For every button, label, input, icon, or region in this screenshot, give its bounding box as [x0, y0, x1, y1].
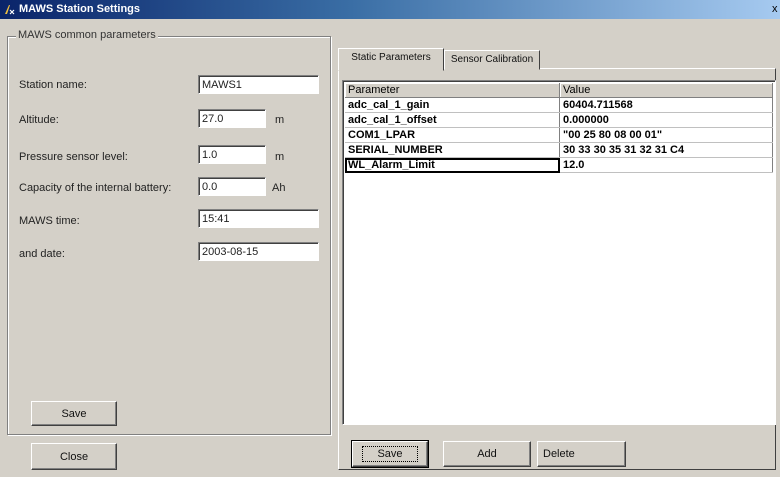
parameter-cell[interactable]: adc_cal_1_gain	[345, 97, 560, 113]
close-button[interactable]: Close	[31, 443, 117, 470]
battery-label: Capacity of the internal battery:	[19, 182, 172, 194]
parameters-table: Parameter Value adc_cal_1_gain 60404.711…	[345, 83, 773, 173]
table-row[interactable]: adc_cal_1_gain 60404.711568	[345, 97, 773, 113]
value-cell[interactable]: 0.000000	[559, 112, 773, 128]
parameter-cell[interactable]: SERIAL_NUMBER	[345, 142, 560, 158]
window-title: MAWS Station Settings	[19, 3, 140, 15]
maws-time-input[interactable]	[198, 209, 319, 228]
value-cell[interactable]: 30 33 30 35 31 32 31 C4	[559, 142, 773, 158]
title-bar: MAWS Station Settings x	[0, 0, 780, 19]
pressure-level-input[interactable]	[198, 145, 266, 164]
date-input[interactable]	[198, 242, 319, 261]
station-name-input[interactable]	[198, 75, 319, 94]
parameter-cell-selected[interactable]: WL_Alarm_Limit	[345, 157, 560, 173]
delete-button[interactable]: Delete	[537, 441, 626, 467]
close-window-button[interactable]: x	[772, 1, 780, 17]
app-icon	[5, 5, 15, 15]
value-cell[interactable]: "00 25 80 08 00 01"	[559, 127, 773, 143]
column-header-value[interactable]: Value	[559, 83, 773, 98]
altitude-label: Altitude:	[19, 114, 59, 126]
pressure-level-unit: m	[275, 151, 285, 163]
pressure-level-label: Pressure sensor level:	[19, 151, 128, 163]
table-row[interactable]: adc_cal_1_offset 0.000000	[345, 112, 773, 128]
table-row-selected[interactable]: WL_Alarm_Limit 12.0	[345, 157, 773, 173]
table-row[interactable]: SERIAL_NUMBER 30 33 30 35 31 32 31 C4	[345, 142, 773, 158]
altitude-unit: m	[275, 114, 285, 126]
parameters-grid[interactable]: Parameter Value adc_cal_1_gain 60404.711…	[342, 80, 776, 425]
add-button[interactable]: Add	[443, 441, 531, 467]
value-cell[interactable]: 12.0	[559, 157, 773, 173]
column-header-parameter[interactable]: Parameter	[345, 83, 560, 98]
group-legend: MAWS common parameters	[16, 29, 158, 41]
table-row[interactable]: COM1_LPAR "00 25 80 08 00 01"	[345, 127, 773, 143]
battery-unit: Ah	[272, 182, 286, 194]
grid-header-row: Parameter Value	[345, 83, 773, 98]
station-name-label: Station name:	[19, 79, 87, 91]
battery-input[interactable]	[198, 177, 266, 196]
common-parameters-group: MAWS common parameters	[7, 29, 331, 435]
value-cell[interactable]: 60404.711568	[559, 97, 773, 113]
tab-static-parameters[interactable]: Static Parameters	[338, 48, 444, 71]
maws-time-label: MAWS time:	[19, 215, 80, 227]
parameter-cell[interactable]: COM1_LPAR	[345, 127, 560, 143]
save-button-label: Save	[362, 446, 418, 462]
common-save-button[interactable]: Save	[31, 401, 117, 426]
date-label: and date:	[19, 248, 65, 260]
altitude-input[interactable]	[198, 109, 266, 128]
tab-sensor-calibration[interactable]: Sensor Calibration	[444, 50, 540, 70]
params-save-button[interactable]: Save	[351, 440, 429, 468]
parameter-cell[interactable]: adc_cal_1_offset	[345, 112, 560, 128]
